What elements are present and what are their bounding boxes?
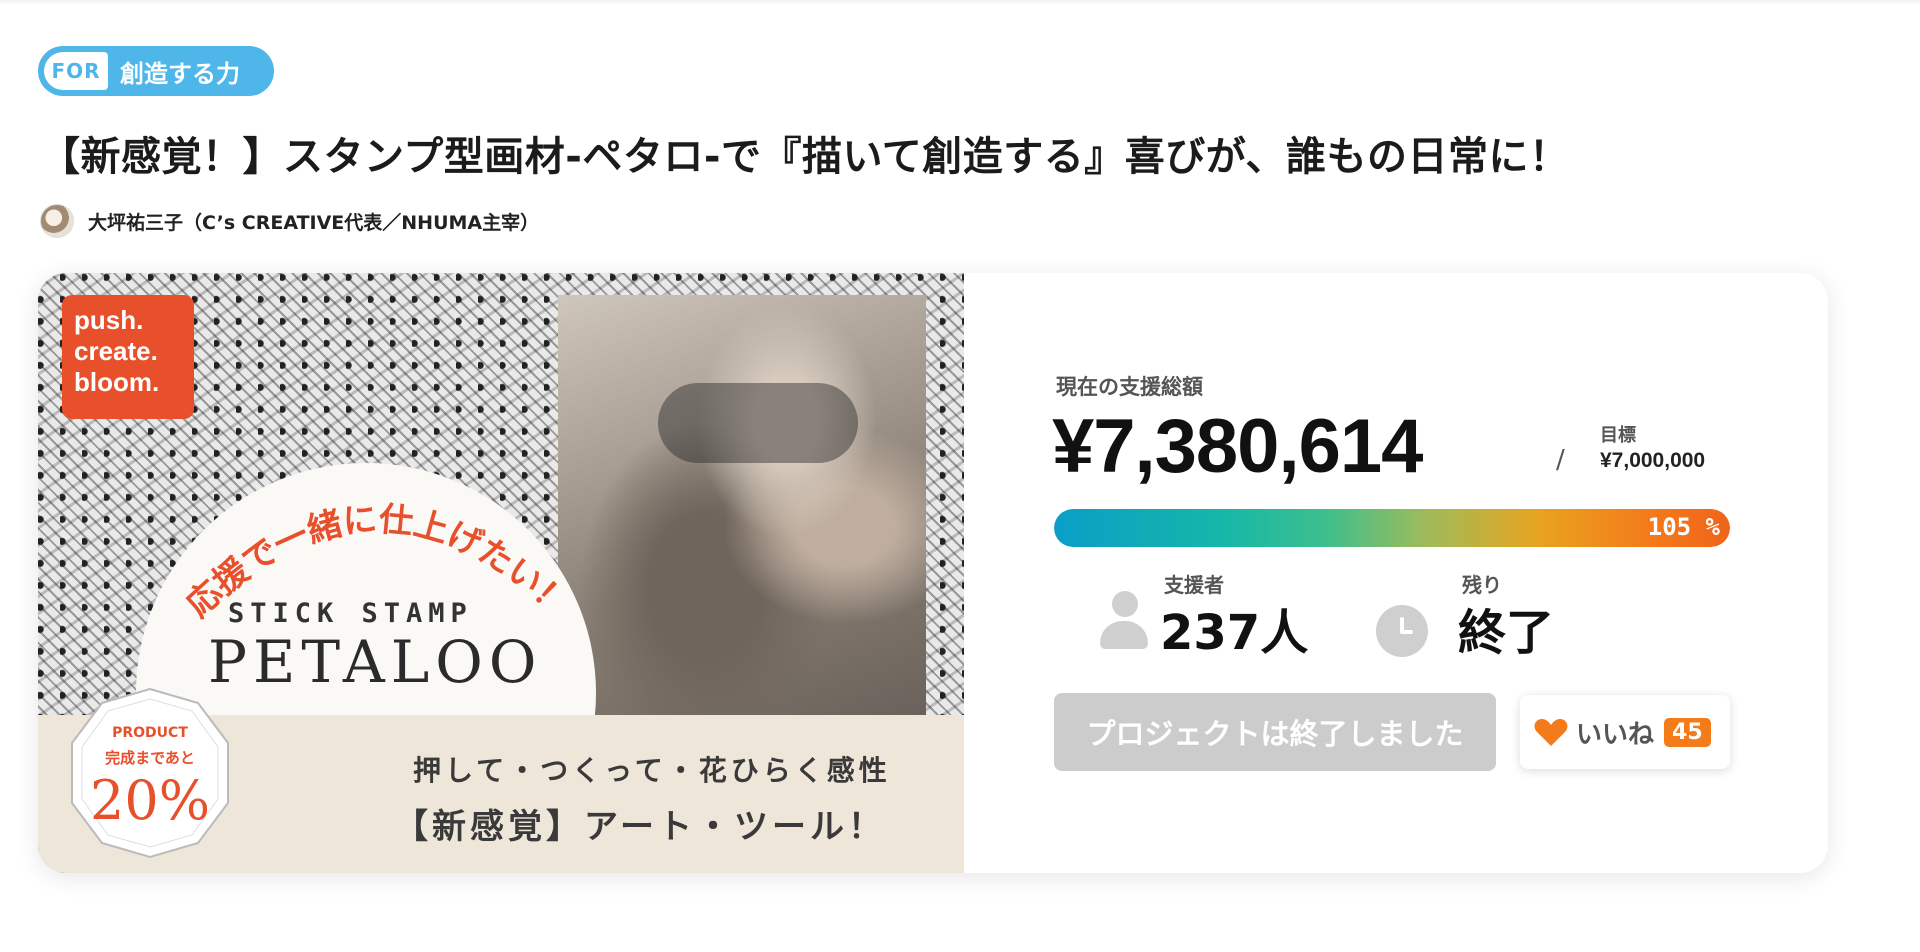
remaining-value: 終了 [1458, 605, 1555, 661]
category-tag[interactable]: FOR 創造する力 [38, 46, 274, 96]
goal-label: 目標 [1600, 425, 1636, 446]
like-count: 45 [1664, 717, 1711, 747]
project-card: push. create. bloom. 応援で一緒に仕上げたい！ STICK … [38, 273, 1828, 873]
badge-line: create. [74, 336, 158, 367]
hero-tagline-1: 押して・つくって・花ひらく感性 [413, 754, 891, 787]
badge-line: push. [74, 305, 144, 335]
progress-seal: PRODUCT 完成まであと 20% [60, 683, 240, 863]
photo-detail [658, 383, 858, 463]
project-title: 【新感覚！】スタンプ型画材-ペタロ-で『描いて創造する』喜びが、誰もの日常に！ [40, 134, 1570, 180]
tag-text: 創造する力 [120, 59, 240, 88]
progress-fill [1054, 509, 1730, 547]
hero-badge: push. create. bloom. [62, 295, 194, 419]
seal-line1: PRODUCT [112, 725, 188, 741]
product-label: STICK STAMP [228, 598, 473, 629]
seal-percent: 20% [90, 769, 210, 832]
person-icon [1098, 589, 1150, 649]
badge-line: bloom. [74, 367, 160, 398]
top-divider [0, 0, 1920, 5]
clock-icon [1376, 605, 1428, 657]
project-ended-button[interactable]: プロジェクトは終了しました [1054, 693, 1496, 771]
hero-tagline-2: 【新感覚】アート・ツール！ [394, 807, 886, 847]
backers-count: 237人 [1160, 605, 1309, 661]
heart-icon [1534, 719, 1568, 746]
project-owner[interactable]: 大坪祐三子（C’s CREATIVE代表／NHUMA主宰） [40, 204, 539, 238]
goal-amount: ¥7,000,000 [1600, 449, 1706, 472]
hero-image: push. create. bloom. 応援で一緒に仕上げたい！ STICK … [38, 273, 964, 873]
like-button[interactable]: いいね 45 [1520, 695, 1730, 769]
progress-percent: 105 % [1647, 513, 1720, 541]
seal-line2: 完成まであと [105, 749, 195, 767]
owner-name[interactable]: 大坪祐三子（C’s CREATIVE代表／NHUMA主宰） [88, 208, 539, 235]
workshop-photo [558, 295, 926, 715]
total-amount: ¥7,380,614 [1052, 404, 1423, 489]
funding-progress-bar: 105 % [1054, 509, 1730, 547]
like-label: いいね [1576, 719, 1655, 750]
product-name: PETALOO [208, 628, 543, 696]
avatar[interactable] [40, 204, 74, 238]
tag-for-label: FOR [44, 52, 108, 90]
total-label: 現在の支援総額 [1056, 375, 1203, 399]
goal-separator: / [1556, 445, 1565, 475]
